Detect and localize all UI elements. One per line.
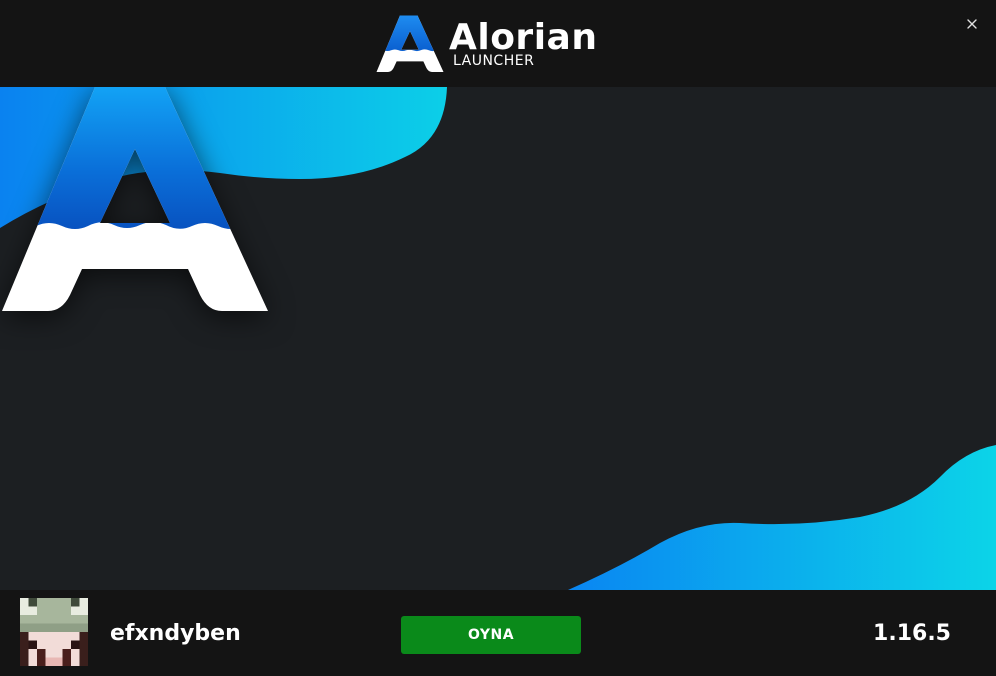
bottom-bar: efxndyben OYNA 1.16.5 <box>0 590 996 676</box>
title-bar[interactable]: Alorian LAUNCHER <box>0 0 996 87</box>
game-version[interactable]: 1.16.5 <box>873 622 951 646</box>
bottom-wave <box>568 445 996 590</box>
close-button[interactable] <box>960 12 984 36</box>
brand-name: Alorian <box>449 17 598 58</box>
username: efxndyben <box>110 621 241 646</box>
close-icon <box>967 19 977 29</box>
hero-banner <box>0 87 996 590</box>
brand-subtitle: LAUNCHER <box>453 53 535 69</box>
play-button[interactable]: OYNA <box>401 616 581 654</box>
launcher-window: Alorian LAUNCHER efxndyben OYNA 1.16.5 <box>0 0 996 676</box>
alorian-logo-icon <box>376 15 444 72</box>
player-skin-avatar-icon[interactable] <box>20 598 88 666</box>
alorian-a-logo-icon <box>2 87 268 311</box>
brand: Alorian LAUNCHER <box>376 12 616 78</box>
